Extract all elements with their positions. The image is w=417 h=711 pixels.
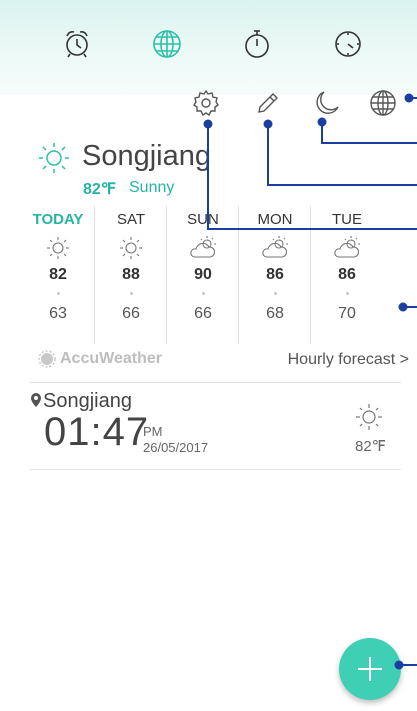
forecast-high: 86 bbox=[338, 266, 356, 283]
plus-icon bbox=[358, 657, 382, 681]
add-button[interactable] bbox=[339, 638, 401, 700]
provider-name: AccuWeather bbox=[60, 350, 162, 367]
forecast-low: 66 bbox=[194, 305, 212, 322]
current-condition: Sunny bbox=[129, 179, 175, 196]
forecast-low: 63 bbox=[49, 305, 67, 322]
partly-cloudy-icon bbox=[332, 235, 362, 261]
forecast-day-name: TODAY bbox=[32, 211, 84, 228]
callout-dot bbox=[404, 93, 414, 103]
world-clock-screen: Songjiang 82℉ Sunny TODAY 82 63 SAT 88 6… bbox=[0, 0, 417, 711]
forecast-day: SAT 88 66 bbox=[94, 206, 167, 344]
forecast-high: 88 bbox=[122, 266, 140, 283]
forecast-day: SUN 90 66 bbox=[166, 206, 239, 344]
alarm-clock-icon[interactable] bbox=[59, 26, 95, 62]
sun-icon bbox=[36, 140, 72, 176]
forecast-strip[interactable]: TODAY 82 63 SAT 88 66 SUN 90 66 MON 86 6… bbox=[22, 206, 408, 344]
partly-cloudy-icon bbox=[188, 235, 218, 261]
forecast-day-name: SAT bbox=[116, 211, 146, 228]
forecast-day: MON 86 68 bbox=[238, 206, 311, 344]
forecast-day: TODAY 82 63 bbox=[22, 206, 94, 344]
forecast-low: 68 bbox=[266, 305, 284, 322]
separator-dot bbox=[345, 292, 349, 295]
pencil-icon[interactable] bbox=[253, 88, 283, 118]
hourly-forecast-link[interactable]: Hourly forecast > bbox=[288, 351, 409, 369]
city-card-date: 26/05/2017 bbox=[143, 440, 209, 455]
forecast-low: 70 bbox=[338, 305, 356, 322]
callout-dot bbox=[263, 119, 273, 129]
stopwatch-icon[interactable] bbox=[239, 26, 275, 62]
sun-icon bbox=[116, 235, 146, 261]
forecast-high: 82 bbox=[49, 266, 67, 283]
forecast-day-name: MON bbox=[257, 211, 293, 228]
gear-icon[interactable] bbox=[191, 88, 221, 118]
location-pin-icon bbox=[30, 392, 42, 408]
sun-icon bbox=[43, 235, 73, 261]
separator-dot bbox=[56, 292, 60, 295]
forecast-day: TUE 86 70 bbox=[310, 206, 383, 344]
moon-icon[interactable] bbox=[312, 88, 342, 118]
globe-icon[interactable] bbox=[149, 26, 185, 62]
timer-icon[interactable] bbox=[330, 26, 366, 62]
callout-dot bbox=[317, 117, 327, 127]
current-temperature: 82℉ bbox=[83, 181, 117, 198]
forecast-high: 90 bbox=[194, 266, 212, 283]
forecast-day-name: SUN bbox=[187, 211, 219, 228]
city-card-ampm: PM bbox=[143, 424, 163, 439]
separator-dot bbox=[273, 292, 277, 295]
accuweather-sun-icon bbox=[38, 350, 56, 368]
globe-icon[interactable] bbox=[368, 88, 398, 118]
forecast-day-name: TUE bbox=[332, 211, 362, 228]
top-tab-bar bbox=[0, 0, 417, 95]
accuweather-logo: AccuWeather bbox=[38, 350, 162, 368]
weather-city-name: Songjiang bbox=[82, 140, 211, 172]
forecast-low: 66 bbox=[122, 305, 140, 322]
separator-dot bbox=[129, 292, 133, 295]
partly-cloudy-icon bbox=[260, 235, 290, 261]
sun-icon bbox=[354, 402, 384, 432]
separator-dot bbox=[201, 292, 205, 295]
forecast-high: 86 bbox=[266, 266, 284, 283]
divider bbox=[30, 469, 401, 470]
city-card-time: 01:47 bbox=[44, 410, 150, 454]
divider bbox=[30, 382, 401, 383]
city-card-temperature: 82℉ bbox=[355, 438, 386, 455]
callout-dot bbox=[203, 119, 213, 129]
